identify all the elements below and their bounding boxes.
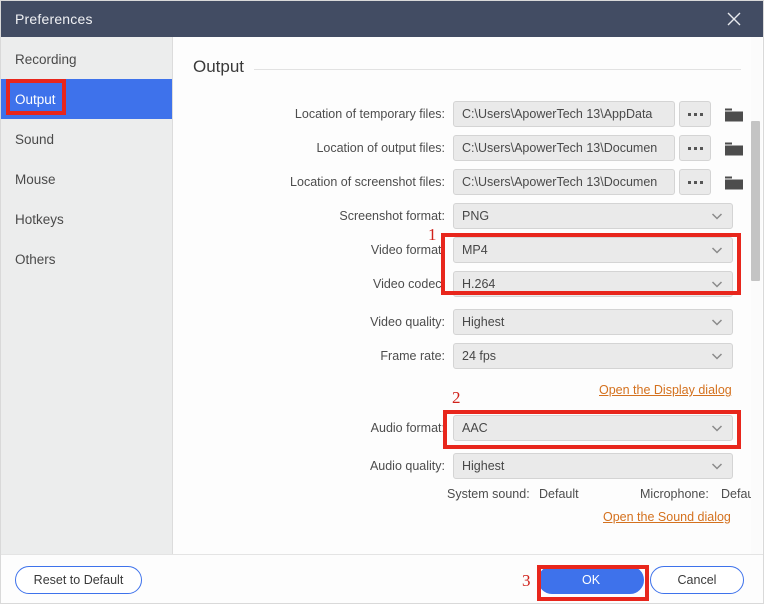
- field-label: Audio quality:: [369, 459, 445, 473]
- content-scrollbar-track[interactable]: [751, 37, 762, 554]
- screenshot-format-value: PNG: [462, 209, 490, 223]
- cancel-button[interactable]: Cancel: [650, 566, 744, 594]
- field-label: Location of temporary files:: [294, 107, 445, 121]
- sidebar-item-hotkeys[interactable]: Hotkeys: [1, 199, 172, 239]
- field-label: Video codec:: [372, 277, 445, 291]
- ok-button[interactable]: OK: [538, 566, 644, 594]
- audio-quality-select[interactable]: Highest: [453, 453, 733, 479]
- sidebar-item-label: Output: [15, 91, 56, 107]
- temporary-files-input[interactable]: C:\Users\ApowerTech 13\AppData: [453, 101, 675, 127]
- system-sound-label: System sound:: [447, 487, 530, 501]
- video-format-select[interactable]: MP4: [453, 237, 733, 263]
- sidebar-item-label: Mouse: [15, 171, 56, 187]
- reset-to-default-button[interactable]: Reset to Default: [15, 566, 142, 594]
- field-label: Frame rate:: [380, 349, 445, 363]
- sidebar-item-label: Sound: [15, 131, 55, 147]
- system-sound-value: Default: [539, 487, 579, 501]
- folder-icon[interactable]: [721, 169, 747, 195]
- window-title: Preferences: [15, 11, 93, 27]
- screenshot-format-select[interactable]: PNG: [453, 203, 733, 229]
- video-quality-select[interactable]: Highest: [453, 309, 733, 335]
- field-label: Location of screenshot files:: [290, 175, 445, 189]
- chevron-down-icon: [711, 463, 723, 470]
- row-audio-quality: Audio quality: Highest: [281, 453, 733, 479]
- video-format-value: MP4: [462, 243, 488, 257]
- field-label: Screenshot format:: [339, 209, 445, 223]
- content-panel: Output Location of temporary files: C:\U…: [173, 37, 763, 554]
- row-frame-rate: Frame rate: 24 fps: [281, 343, 733, 369]
- page-title: Output: [193, 57, 245, 76]
- chevron-down-icon: [711, 281, 723, 288]
- row-screenshot-format: Screenshot format: PNG: [281, 203, 733, 229]
- sidebar-item-output[interactable]: Output: [1, 79, 172, 119]
- field-label: Video format:: [370, 243, 445, 257]
- row-screenshot-files: Location of screenshot files: C:\Users\A…: [281, 169, 747, 195]
- chevron-down-icon: [711, 353, 723, 360]
- sidebar: Recording Output Sound Mouse Hotkeys Oth…: [1, 37, 173, 554]
- frame-rate-select[interactable]: 24 fps: [453, 343, 733, 369]
- audio-format-value: AAC: [462, 421, 488, 435]
- chevron-down-icon: [711, 247, 723, 254]
- audio-format-select[interactable]: AAC: [453, 415, 733, 441]
- microphone-label: Microphone:: [640, 487, 709, 501]
- header-divider: [254, 68, 741, 70]
- row-video-quality: Video quality: Highest: [281, 309, 733, 335]
- footer-bar: Reset to Default OK Cancel: [1, 554, 763, 603]
- row-temporary-files: Location of temporary files: C:\Users\Ap…: [281, 101, 747, 127]
- frame-rate-value: 24 fps: [462, 349, 497, 363]
- row-output-files: Location of output files: C:\Users\Apowe…: [281, 135, 747, 161]
- open-display-dialog-link[interactable]: Open the Display dialog: [599, 383, 732, 397]
- audio-quality-value: Highest: [462, 459, 505, 473]
- chevron-down-icon: [711, 319, 723, 326]
- field-label: Location of output files:: [316, 141, 445, 155]
- screenshot-files-input[interactable]: C:\Users\ApowerTech 13\Documen: [453, 169, 675, 195]
- section-header: Output: [193, 54, 741, 80]
- sidebar-item-label: Others: [15, 251, 56, 267]
- sidebar-item-label: Hotkeys: [15, 211, 64, 227]
- output-files-input[interactable]: C:\Users\ApowerTech 13\Documen: [453, 135, 675, 161]
- sidebar-item-label: Recording: [15, 51, 77, 67]
- video-codec-value: H.264: [462, 277, 496, 291]
- open-sound-dialog-link[interactable]: Open the Sound dialog: [603, 510, 731, 524]
- preferences-dialog: Preferences Recording Output Sound Mouse…: [0, 0, 764, 604]
- sidebar-item-recording[interactable]: Recording: [1, 39, 172, 79]
- video-codec-select[interactable]: H.264: [453, 271, 733, 297]
- row-audio-format: Audio format: AAC: [281, 415, 733, 441]
- chevron-down-icon: [711, 425, 723, 432]
- video-quality-value: Highest: [462, 315, 505, 329]
- sidebar-item-mouse[interactable]: Mouse: [1, 159, 172, 199]
- field-label: Audio format:: [370, 421, 445, 435]
- browse-icon[interactable]: [679, 135, 711, 161]
- sidebar-item-sound[interactable]: Sound: [1, 119, 172, 159]
- title-bar: Preferences: [1, 1, 763, 37]
- field-label: Video quality:: [370, 315, 445, 329]
- folder-icon[interactable]: [721, 135, 747, 161]
- chevron-down-icon: [711, 213, 723, 220]
- row-video-codec: Video codec: H.264: [281, 271, 733, 297]
- folder-icon[interactable]: [721, 101, 747, 127]
- browse-icon[interactable]: [679, 101, 711, 127]
- close-icon[interactable]: [711, 1, 757, 37]
- row-video-format: Video format: MP4: [281, 237, 733, 263]
- browse-icon[interactable]: [679, 169, 711, 195]
- sidebar-item-others[interactable]: Others: [1, 239, 172, 279]
- content-scrollbar-thumb[interactable]: [751, 121, 760, 281]
